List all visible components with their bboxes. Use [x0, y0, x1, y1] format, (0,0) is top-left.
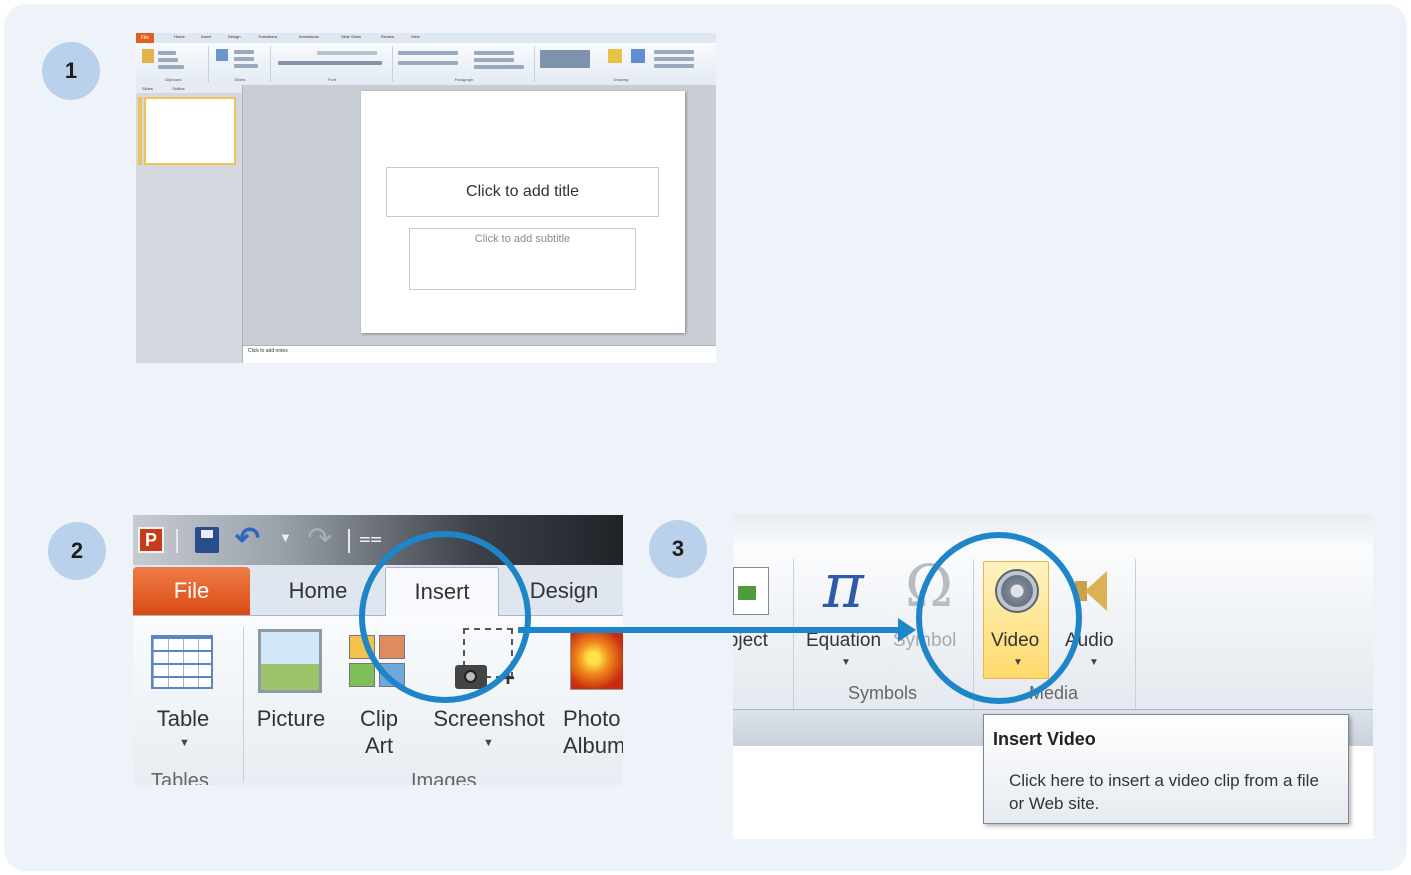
equation-button-label[interactable]: Equation [806, 630, 881, 652]
redo-icon[interactable]: ↷ [307, 521, 332, 556]
undo-icon[interactable]: ↶ [235, 521, 260, 556]
group-separator [1135, 559, 1136, 709]
group-label: Font [327, 77, 336, 82]
group-label: Drawing [613, 77, 629, 82]
toolbar-separator [348, 529, 350, 553]
step-badge-3: 3 [649, 520, 707, 578]
tab-insert[interactable]: Insert [201, 34, 211, 39]
paste-icon[interactable] [142, 49, 154, 63]
table-button-label[interactable]: Table [143, 705, 223, 732]
table-dropdown-icon[interactable]: ▼ [179, 737, 190, 749]
toolbar-separator [176, 529, 178, 553]
group-label: Clipboard [164, 77, 182, 82]
object-button-label[interactable]: Object [733, 630, 768, 652]
slides-pane-tabs: Slides Outline [136, 85, 242, 93]
group-clipboard: Clipboard [138, 46, 209, 82]
screenshot-button-label[interactable]: Screenshot [429, 705, 549, 732]
slides-pane: Slides Outline [136, 85, 243, 363]
ribbon-home: Clipboard Slides Font Paragraph Drawing [136, 43, 716, 86]
equation-icon[interactable]: π [823, 551, 864, 621]
clip-art-label-line1: Clip [360, 706, 398, 731]
object-icon[interactable] [733, 567, 769, 615]
highlight-circle-video-button [916, 532, 1082, 704]
group-drawing: Drawing [536, 46, 706, 82]
arrange-icon[interactable] [608, 49, 622, 63]
tab-review[interactable]: Review [381, 34, 394, 39]
customize-toolbar-icon[interactable]: ⩵ [359, 527, 382, 550]
clip-art-button-label[interactable]: Clip Art [349, 705, 409, 759]
group-slides: Slides [210, 46, 271, 82]
screenshot-powerpoint-window: File Home Insert Design Transitions Anim… [136, 33, 716, 363]
group-separator [243, 627, 244, 782]
group-paragraph: Paragraph [394, 46, 535, 82]
selected-slide-marker [138, 97, 142, 165]
ribbon-tab-row: File Home Insert Design Transitions Anim… [136, 33, 716, 43]
arrow-connector [518, 627, 904, 633]
new-slide-icon[interactable] [216, 49, 228, 61]
photo-album-icon[interactable] [570, 632, 623, 690]
group-label-tables: Tables [151, 770, 209, 785]
slide-thumbnail[interactable] [144, 97, 236, 165]
picture-icon[interactable] [258, 629, 322, 693]
photo-album-label-line1: Photo [563, 706, 621, 731]
file-tab[interactable]: File [136, 33, 154, 43]
photo-album-label-line2: Album [563, 733, 623, 758]
save-icon[interactable] [195, 527, 219, 553]
group-label: Paragraph [454, 77, 474, 82]
slide-editing-area: Click to add title Click to add subtitle [243, 85, 716, 345]
audio-dropdown-icon[interactable]: ▼ [1089, 657, 1099, 668]
tooltip-title: Insert Video [993, 729, 1096, 749]
ribbon-top-strip [733, 515, 1373, 545]
tooltip-body: Click here to insert a video clip from a… [1009, 771, 1319, 813]
group-label-images: Images [411, 770, 477, 785]
group-separator [793, 559, 794, 709]
file-tab[interactable]: File [133, 567, 250, 615]
group-label-symbols: Symbols [848, 683, 918, 703]
tab-animations[interactable]: Animations [299, 34, 319, 39]
notes-pane[interactable]: Click to add notes [243, 345, 716, 363]
photo-album-button-label[interactable]: Photo Album [563, 705, 623, 759]
quick-styles-icon[interactable] [631, 49, 645, 63]
group-font: Font [272, 46, 393, 82]
tab-design[interactable]: Design [519, 567, 609, 615]
tab-slide-show[interactable]: Slide Show [341, 34, 361, 39]
tab-slides[interactable]: Slides [142, 86, 153, 91]
table-icon[interactable] [151, 635, 213, 689]
tab-design[interactable]: Design [228, 34, 240, 39]
tab-home[interactable]: Home [273, 567, 363, 615]
clip-art-label-line2: Art [364, 733, 394, 758]
powerpoint-app-icon[interactable]: P [138, 527, 164, 553]
highlight-circle-insert-tab [359, 531, 531, 703]
tab-view[interactable]: View [411, 34, 420, 39]
undo-dropdown-icon[interactable]: ▼ [279, 530, 292, 545]
tab-outline[interactable]: Outline [172, 86, 185, 91]
group-label: Slides [234, 77, 246, 82]
subtitle-placeholder[interactable]: Click to add subtitle [409, 228, 636, 290]
insert-video-tooltip: Insert Video Click here to insert a vide… [983, 714, 1349, 824]
arrow-head-icon [898, 618, 916, 642]
slide[interactable]: Click to add title Click to add subtitle [361, 91, 685, 333]
screenshot-dropdown-icon[interactable]: ▼ [483, 737, 494, 749]
step-badge-1: 1 [42, 42, 100, 100]
tab-transitions[interactable]: Transitions [258, 34, 277, 39]
quick-access-toolbar: P ↶ ▼ ↷ ⩵ [133, 515, 623, 565]
title-placeholder[interactable]: Click to add title [386, 167, 659, 217]
picture-button-label[interactable]: Picture [251, 705, 331, 732]
step-badge-2: 2 [48, 522, 106, 580]
tab-home[interactable]: Home [174, 34, 185, 39]
equation-dropdown-icon[interactable]: ▼ [841, 657, 851, 668]
